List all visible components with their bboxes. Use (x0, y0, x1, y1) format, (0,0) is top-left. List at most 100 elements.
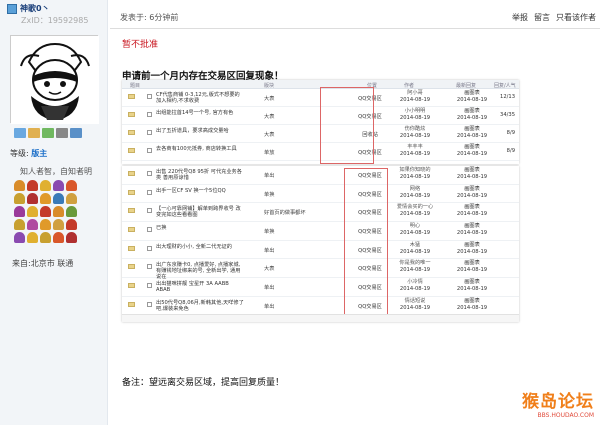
header-forum: 版块 (264, 83, 275, 89)
latest-name[interactable]: 画图表 (444, 186, 500, 193)
latest-name[interactable]: 画图表 (444, 90, 500, 97)
topic-author: 明心 2014-08-19 (384, 223, 446, 237)
topic-latest: 画图表 2014-08-19 (444, 126, 500, 140)
author-name[interactable]: 小小明明 (384, 108, 446, 115)
user-icon (7, 3, 17, 14)
topic-title[interactable]: 出大理财的小小, 全新二代无证的 (156, 244, 244, 250)
watermark: 猴岛论坛 BBS.HOUDAO.COM (522, 387, 594, 419)
table-row[interactable]: 出大理财的小小, 全新二代无证的 单出 QQ交易区 木猛 2014-08-19 画图表 20… (122, 241, 519, 260)
topic-title[interactable]: 出了五折道具，要求高成交量哈 (156, 128, 244, 134)
medal-icon (40, 219, 51, 230)
author-name[interactable]: 丰丰丰 (384, 144, 446, 151)
message-link[interactable]: 留言 (534, 12, 550, 23)
medal-icon (14, 219, 25, 230)
latest-name[interactable]: 画图表 (444, 126, 500, 133)
topic-author: 情话短说 2014-08-19 (384, 298, 446, 312)
divider (110, 28, 600, 29)
table-row[interactable]: 出50代号Q8,06月,新韩其他,天咩修了吧,爆装来免色 单出 QQ交易区 情话短说 2… (122, 297, 519, 316)
row-checkbox[interactable] (147, 245, 152, 251)
table-row[interactable]: 出售 220代号Q8 95折 可代充业务各类 善用原谅惜 单出 QQ交易区 如果你知晓… (122, 166, 519, 185)
medal-icon (53, 206, 64, 217)
user-location: 来自:北京市 联通 (12, 259, 74, 268)
message-icon[interactable] (14, 128, 26, 138)
row-checkbox[interactable] (147, 301, 152, 307)
latest-date: 2014-08-19 (456, 151, 488, 157)
row-checkbox[interactable] (147, 148, 152, 153)
topic-title[interactable]: 出出猫咪拼靓 宝星开 3A AABB ABAB (156, 281, 244, 293)
medal-icon (27, 180, 38, 191)
latest-date: 2014-08-19 (456, 286, 488, 293)
author-name[interactable]: 爱情会买的一心 (384, 204, 446, 211)
row-checkbox[interactable] (147, 264, 152, 270)
topic-title[interactable]: 出50代号Q8,06月,新韩其他,天咩修了吧,爆装来免色 (156, 300, 244, 312)
author-name[interactable]: 情话短说 (384, 298, 446, 305)
username[interactable]: 神歌0丶 (20, 3, 50, 14)
table-row[interactable]: 出广东京赚卡0, 点播爱好, 点播家城, 有赚钱地址绑来的号, 全新出学, 通用… (122, 259, 519, 280)
qq-icon[interactable] (56, 128, 68, 138)
author-date: 2014-08-19 (399, 248, 431, 255)
topic-title[interactable]: 出售 220代号Q8 95折 可代充业务各类 善用原谅惜 (156, 169, 244, 181)
only-author-link[interactable]: 只看该作者 (556, 12, 596, 23)
header-latest: 最新回复 (456, 83, 477, 89)
topic-title[interactable]: 出组能拉首14号一个号, 官方有色 (156, 110, 244, 116)
latest-name[interactable]: 画图表 (444, 298, 500, 305)
topic-icon (128, 264, 135, 270)
latest-date: 2014-08-19 (456, 115, 488, 121)
row-checkbox[interactable] (147, 189, 152, 195)
profile-icon[interactable] (42, 128, 54, 138)
topic-title[interactable]: CF代售商铺 0-3,12元,版式不想要的加入相约,不求收费 (156, 92, 244, 104)
topic-title[interactable]: 去各商有100元抵券, 商店转换工具 (156, 146, 244, 152)
row-checkbox[interactable] (147, 94, 152, 99)
reply-count: 8/9 (506, 130, 515, 136)
latest-name[interactable]: 画图表 (444, 167, 500, 174)
screenshot-table-1: 题目 版块 位置 作者 最新回复 回复/人气 CF代售商铺 0-3,12元,版式… (122, 80, 519, 164)
table-row[interactable]: 已换 单换 QQ交易区 明心 2014-08-19 画图表 2014-08-19 (122, 222, 519, 241)
table-row[interactable]: 出出猫咪拼靓 宝星开 3A AABB ABAB 单出 QQ交易区 小冷情 2014-08… (122, 278, 519, 297)
latest-name[interactable]: 画图表 (444, 108, 500, 115)
latest-name[interactable]: 画图表 (444, 260, 500, 267)
topic-latest: 画图表 2014-08-19 (444, 167, 500, 181)
table-row[interactable]: 【一心可靠网铺】解单到跨界收号 改变完如这些看看图 好首页的做事都坏 QQ交易区 爱情… (122, 203, 519, 223)
topic-title[interactable]: 已换 (156, 225, 244, 231)
topic-author: 木猛 2014-08-19 (384, 242, 446, 256)
highlight-box (320, 87, 374, 164)
homepage-icon[interactable] (70, 128, 82, 138)
author-name[interactable]: 网络 (384, 186, 446, 193)
latest-name[interactable]: 画图表 (444, 242, 500, 249)
medal-icon (66, 219, 77, 230)
topic-title[interactable]: 出手一区CF SV 换一个5位QQ (156, 188, 244, 194)
topic-latest: 画图表 2014-08-19 (444, 186, 500, 200)
latest-name[interactable]: 画图表 (444, 223, 500, 230)
row-checkbox[interactable] (147, 112, 152, 117)
table-row[interactable]: 出手一区CF SV 换一个5位QQ 单换 QQ交易区 网络 2014-08-19 画图表 2… (122, 185, 519, 204)
latest-date: 2014-08-19 (456, 192, 488, 199)
header-count: 回复/人气 (494, 83, 516, 89)
author-name[interactable]: 如果你知晓的 (384, 167, 446, 174)
topic-latest: 画图表 2014-08-19 (444, 90, 500, 104)
add-friend-icon[interactable] (28, 128, 40, 138)
row-checkbox[interactable] (147, 171, 152, 176)
latest-name[interactable]: 画图表 (444, 279, 500, 286)
report-link[interactable]: 举报 (512, 12, 528, 23)
author-name[interactable]: 明心 (384, 223, 446, 230)
user-zxid: ZxID：19592985 (21, 16, 89, 25)
topic-icon (128, 130, 135, 135)
topic-forum: 单出 (264, 303, 275, 310)
author-name[interactable]: 你是我的唯一 (384, 260, 446, 267)
author-name[interactable]: 伤你酷炫 (384, 126, 446, 133)
topic-icon (128, 208, 135, 214)
author-date: 2014-08-19 (399, 174, 431, 180)
row-checkbox[interactable] (147, 130, 152, 135)
medal-icon (27, 206, 38, 217)
author-name[interactable]: 阿小哥 (384, 90, 446, 97)
author-name[interactable]: 木猛 (384, 242, 446, 249)
row-checkbox[interactable] (147, 208, 152, 214)
row-checkbox[interactable] (147, 227, 152, 233)
topic-author: 伤你酷炫 2014-08-19 (384, 126, 446, 140)
topic-title[interactable]: 【一心可靠网铺】解单到跨界收号 改变完如这些看看图 (156, 206, 244, 218)
avatar[interactable] (10, 35, 99, 124)
latest-name[interactable]: 画图表 (444, 144, 500, 151)
row-checkbox[interactable] (147, 283, 152, 289)
author-name[interactable]: 小冷情 (384, 279, 446, 286)
latest-name[interactable]: 画图表 (444, 204, 500, 211)
